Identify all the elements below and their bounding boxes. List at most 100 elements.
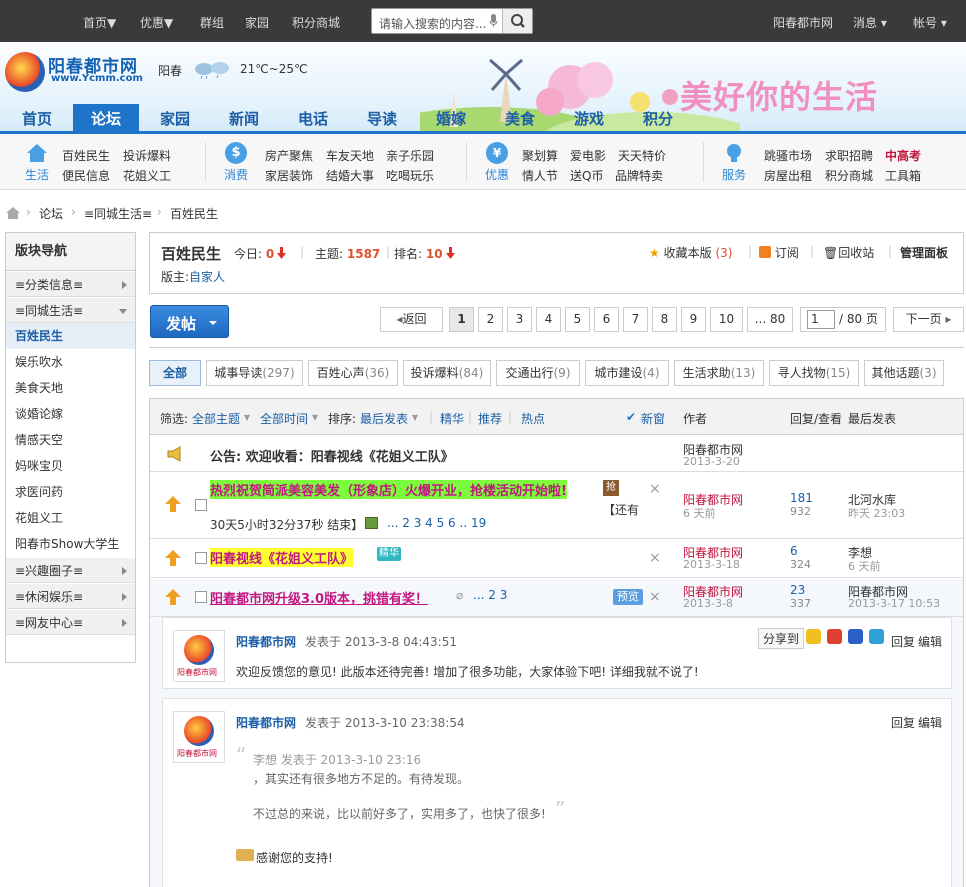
filter-tab[interactable]: 寻人找物(15) <box>769 360 859 386</box>
search-button[interactable] <box>502 9 532 33</box>
nav-tab-phone[interactable]: 电话 <box>280 104 346 132</box>
messages-menu[interactable]: 消息 ▾ <box>853 14 887 31</box>
quick-link[interactable]: 花姐义工 <box>123 167 171 184</box>
thread-pages[interactable]: ... 2 3 4 5 6 .. 19 <box>387 516 486 530</box>
quick-link[interactable]: 品牌特卖 <box>615 167 663 184</box>
nav-tab-home[interactable]: 首页 <box>4 104 70 132</box>
sidebar-group[interactable]: ≡兴趣圈子≡ <box>6 557 135 583</box>
sidebar-item[interactable]: 花姐义工 <box>6 505 135 531</box>
sidebar-group[interactable]: ≡同城生活≡ <box>6 297 135 323</box>
page-link[interactable]: 7 <box>623 307 648 332</box>
last-post-time[interactable]: 2013-3-17 10:53 <box>848 597 940 610</box>
quick-group-service[interactable]: 服务 <box>719 142 749 182</box>
sidebar-item[interactable]: 妈咪宝贝 <box>6 453 135 479</box>
nav-tab-points[interactable]: 积分 <box>625 104 691 132</box>
quick-link[interactable]: 吃喝玩乐 <box>386 167 434 184</box>
post-author[interactable]: 阳春都市网 <box>236 714 296 731</box>
sidebar-item[interactable]: 情感天空 <box>6 427 135 453</box>
page-link[interactable]: 9 <box>681 307 706 332</box>
page-link[interactable]: 2 <box>478 307 503 332</box>
sidebar-item[interactable]: 求医问药 <box>6 479 135 505</box>
quick-link[interactable]: 工具箱 <box>885 167 921 184</box>
new-post-button[interactable]: 发帖 <box>150 305 229 338</box>
quick-group-discount[interactable]: ¥ 优惠 <box>482 142 512 182</box>
reply-button[interactable]: 回复 <box>891 633 915 650</box>
reply-count[interactable]: 181 <box>790 491 813 505</box>
quick-link[interactable]: 百姓民生 <box>62 147 110 164</box>
page-link[interactable]: 10 <box>710 307 743 332</box>
filter-tab[interactable]: 百姓心声(36) <box>308 360 398 386</box>
quick-link[interactable]: 积分商城 <box>825 167 873 184</box>
announcement-row[interactable]: 公告: 欢迎收看：阳春视线《花姐义工队》 阳春都市网 2013-3-20 <box>150 435 963 472</box>
last-post-time[interactable]: 6 天前 <box>848 558 881 574</box>
quick-link[interactable]: 跳骚市场 <box>764 147 812 164</box>
quick-link[interactable]: 房产聚焦 <box>265 147 313 164</box>
share-weibo-icon[interactable] <box>827 629 842 644</box>
nav-tab-games[interactable]: 游戏 <box>556 104 622 132</box>
sidebar-item[interactable]: 娱乐吹水 <box>6 349 135 375</box>
thread-pages[interactable]: ... 2 3 <box>473 588 507 602</box>
page-jump-input[interactable]: 1 <box>807 310 835 329</box>
site-logo[interactable]: 阳春都市网 www.Ycmm.com <box>5 48 153 92</box>
nav-tab-space[interactable]: 家园 <box>142 104 208 132</box>
close-icon[interactable]: × <box>649 550 661 566</box>
thread-title[interactable]: 热烈祝贺简派美容美发（形象店）火爆开业，抢楼活动开始啦! <box>210 480 567 499</box>
last-post-time[interactable]: 昨天 23:03 <box>848 505 905 521</box>
sidebar-item-current[interactable]: 百姓民生 <box>6 323 135 349</box>
announcement-title[interactable]: 公告: 欢迎收看：阳春视线《花姐义工队》 <box>210 446 454 465</box>
reply-count[interactable]: 23 <box>790 583 805 597</box>
microphone-icon[interactable] <box>489 14 498 28</box>
top-nav-points-mall[interactable]: 积分商城 <box>292 14 340 31</box>
thread-checkbox[interactable] <box>195 591 207 603</box>
breadcrumb-item[interactable]: ≡同城生活≡ <box>84 205 152 222</box>
quick-link[interactable]: 聚划算 <box>522 147 558 164</box>
filter-tab[interactable]: 其他话题(3) <box>864 360 944 386</box>
edit-button[interactable]: 编辑 <box>918 714 942 731</box>
thread-checkbox[interactable] <box>195 552 207 564</box>
quick-link[interactable]: 车友天地 <box>326 147 374 164</box>
quick-group-consume[interactable]: $ 消费 <box>221 142 251 182</box>
page-link[interactable]: 5 <box>565 307 590 332</box>
sidebar-item[interactable]: 美食天地 <box>6 375 135 401</box>
post-author[interactable]: 阳春都市网 <box>236 633 296 650</box>
quick-link-highlight[interactable]: 中高考 <box>885 147 921 164</box>
home-icon[interactable] <box>6 207 20 219</box>
moderator-link[interactable]: 自家人 <box>189 270 225 284</box>
quick-link[interactable]: 房屋出租 <box>764 167 812 184</box>
quick-link[interactable]: 送Q币 <box>570 167 603 184</box>
thread-checkbox[interactable] <box>195 499 207 511</box>
quick-link[interactable]: 求职招聘 <box>825 147 873 164</box>
quick-link[interactable]: 家居装饰 <box>265 167 313 184</box>
sidebar-group[interactable]: ≡分类信息≡ <box>6 271 135 297</box>
search-input[interactable]: 请输入搜索的内容... <box>379 15 491 32</box>
avatar[interactable]: 阳春都市网 <box>173 711 225 763</box>
next-page-button[interactable]: 下一页 ▸ <box>893 307 964 332</box>
account-menu[interactable]: 帐号 ▾ <box>913 14 947 31</box>
page-link[interactable]: 8 <box>652 307 677 332</box>
quick-link[interactable]: 亲子乐园 <box>386 147 434 164</box>
page-link[interactable]: 4 <box>536 307 561 332</box>
recycle-bin-button[interactable]: 🗑回收站 <box>823 244 874 261</box>
filter-tab[interactable]: 城市建设(4) <box>585 360 669 386</box>
filter-tab[interactable]: 生活求助(13) <box>674 360 764 386</box>
sidebar-item[interactable]: 阳春市Show大学生 <box>6 531 135 557</box>
page-link-current[interactable]: 1 <box>449 307 474 332</box>
search-box[interactable]: 请输入搜索的内容... <box>371 8 533 34</box>
filter-tab[interactable]: 交通出行(9) <box>496 360 580 386</box>
preview-button[interactable]: 预览 <box>613 589 643 605</box>
thread-row[interactable]: 热烈祝贺简派美容美发（形象店）火爆开业，抢楼活动开始啦! 抢 【还有 30天5小… <box>150 473 963 539</box>
avatar[interactable]: 阳春都市网 <box>173 630 225 682</box>
filter-tab[interactable]: 城事导读(297) <box>206 360 303 386</box>
hot-filter[interactable]: 热点 <box>521 410 545 427</box>
nav-tab-food[interactable]: 美食 <box>487 104 553 132</box>
quick-link[interactable]: 便民信息 <box>62 167 110 184</box>
reply-button[interactable]: 回复 <box>891 714 915 731</box>
recommend-filter[interactable]: 推荐 <box>478 410 502 427</box>
sort-dropdown[interactable]: 最后发表 <box>360 410 408 427</box>
subscribe-button[interactable]: 订阅 <box>759 244 799 261</box>
breadcrumb-item[interactable]: 论坛 <box>39 205 63 222</box>
admin-panel-button[interactable]: 管理面板 <box>900 244 948 261</box>
site-name-link[interactable]: 阳春都市网 <box>773 14 833 31</box>
close-icon[interactable]: × <box>649 589 661 605</box>
top-nav-home[interactable]: 首页▼ <box>83 14 116 31</box>
